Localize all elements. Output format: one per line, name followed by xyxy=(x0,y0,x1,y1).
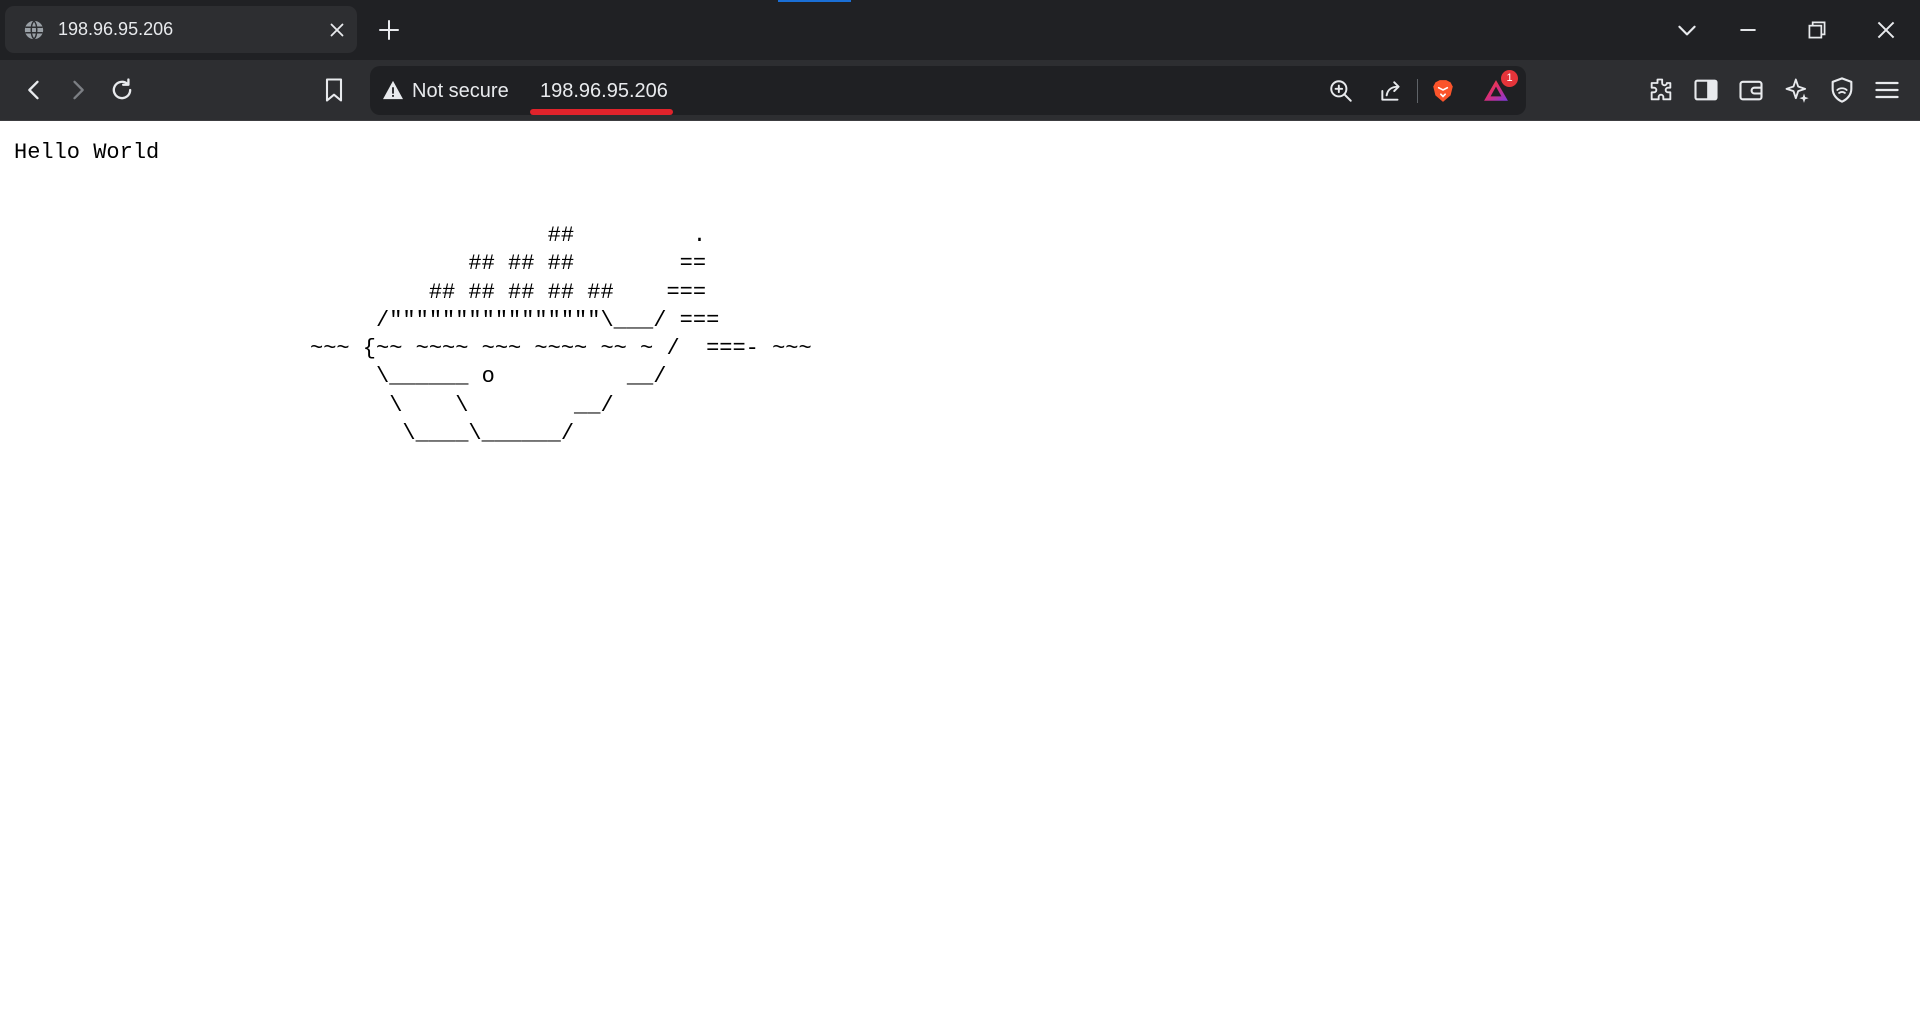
share-icon[interactable] xyxy=(1378,78,1404,104)
tab-title: 198.96.95.206 xyxy=(58,19,174,39)
wallet-icon[interactable] xyxy=(1737,76,1765,104)
tab-active[interactable]: 198.96.95.206 xyxy=(5,6,357,53)
docker-whale-ascii-art: ## . ## ## ## == ## ## ## ## ## === /"""… xyxy=(310,223,812,447)
vpn-icon[interactable] xyxy=(1828,76,1856,104)
tab-search-chevron-icon[interactable] xyxy=(1674,17,1700,43)
zoom-icon[interactable] xyxy=(1328,78,1354,104)
page-content: Hello World ## . ## ## ## == ## ## ## ##… xyxy=(0,122,1920,1015)
close-window-icon[interactable] xyxy=(1873,17,1899,43)
notification-badge: 1 xyxy=(1501,70,1518,87)
security-status-label[interactable]: Not secure xyxy=(412,79,509,103)
forward-icon[interactable] xyxy=(64,76,92,104)
reload-icon[interactable] xyxy=(108,76,136,104)
leo-ai-icon[interactable] xyxy=(1783,76,1811,104)
menu-icon[interactable] xyxy=(1873,76,1901,104)
hello-world-text: Hello World xyxy=(14,140,160,165)
address-bar-separator xyxy=(1417,79,1418,103)
address-bar[interactable]: Not secure 198.96.95.206 1 xyxy=(370,66,1526,115)
back-icon[interactable] xyxy=(20,76,48,104)
warning-icon[interactable] xyxy=(382,80,404,100)
brave-shields-icon[interactable] xyxy=(1430,78,1456,104)
bookmark-icon[interactable] xyxy=(320,76,348,104)
globe-icon xyxy=(24,20,44,40)
new-tab-icon[interactable] xyxy=(377,18,401,42)
extensions-icon[interactable] xyxy=(1647,76,1675,104)
url-highlight-underline xyxy=(530,109,673,115)
close-icon[interactable] xyxy=(326,19,348,41)
sidebar-icon[interactable] xyxy=(1692,76,1720,104)
window-accent-bar xyxy=(778,0,851,2)
minimize-icon[interactable] xyxy=(1735,17,1761,43)
browser-toolbar: Not secure 198.96.95.206 1 xyxy=(0,60,1920,121)
url-text[interactable]: 198.96.95.206 xyxy=(540,79,668,103)
tab-strip: 198.96.95.206 xyxy=(0,0,1920,60)
restore-icon[interactable] xyxy=(1804,17,1830,43)
